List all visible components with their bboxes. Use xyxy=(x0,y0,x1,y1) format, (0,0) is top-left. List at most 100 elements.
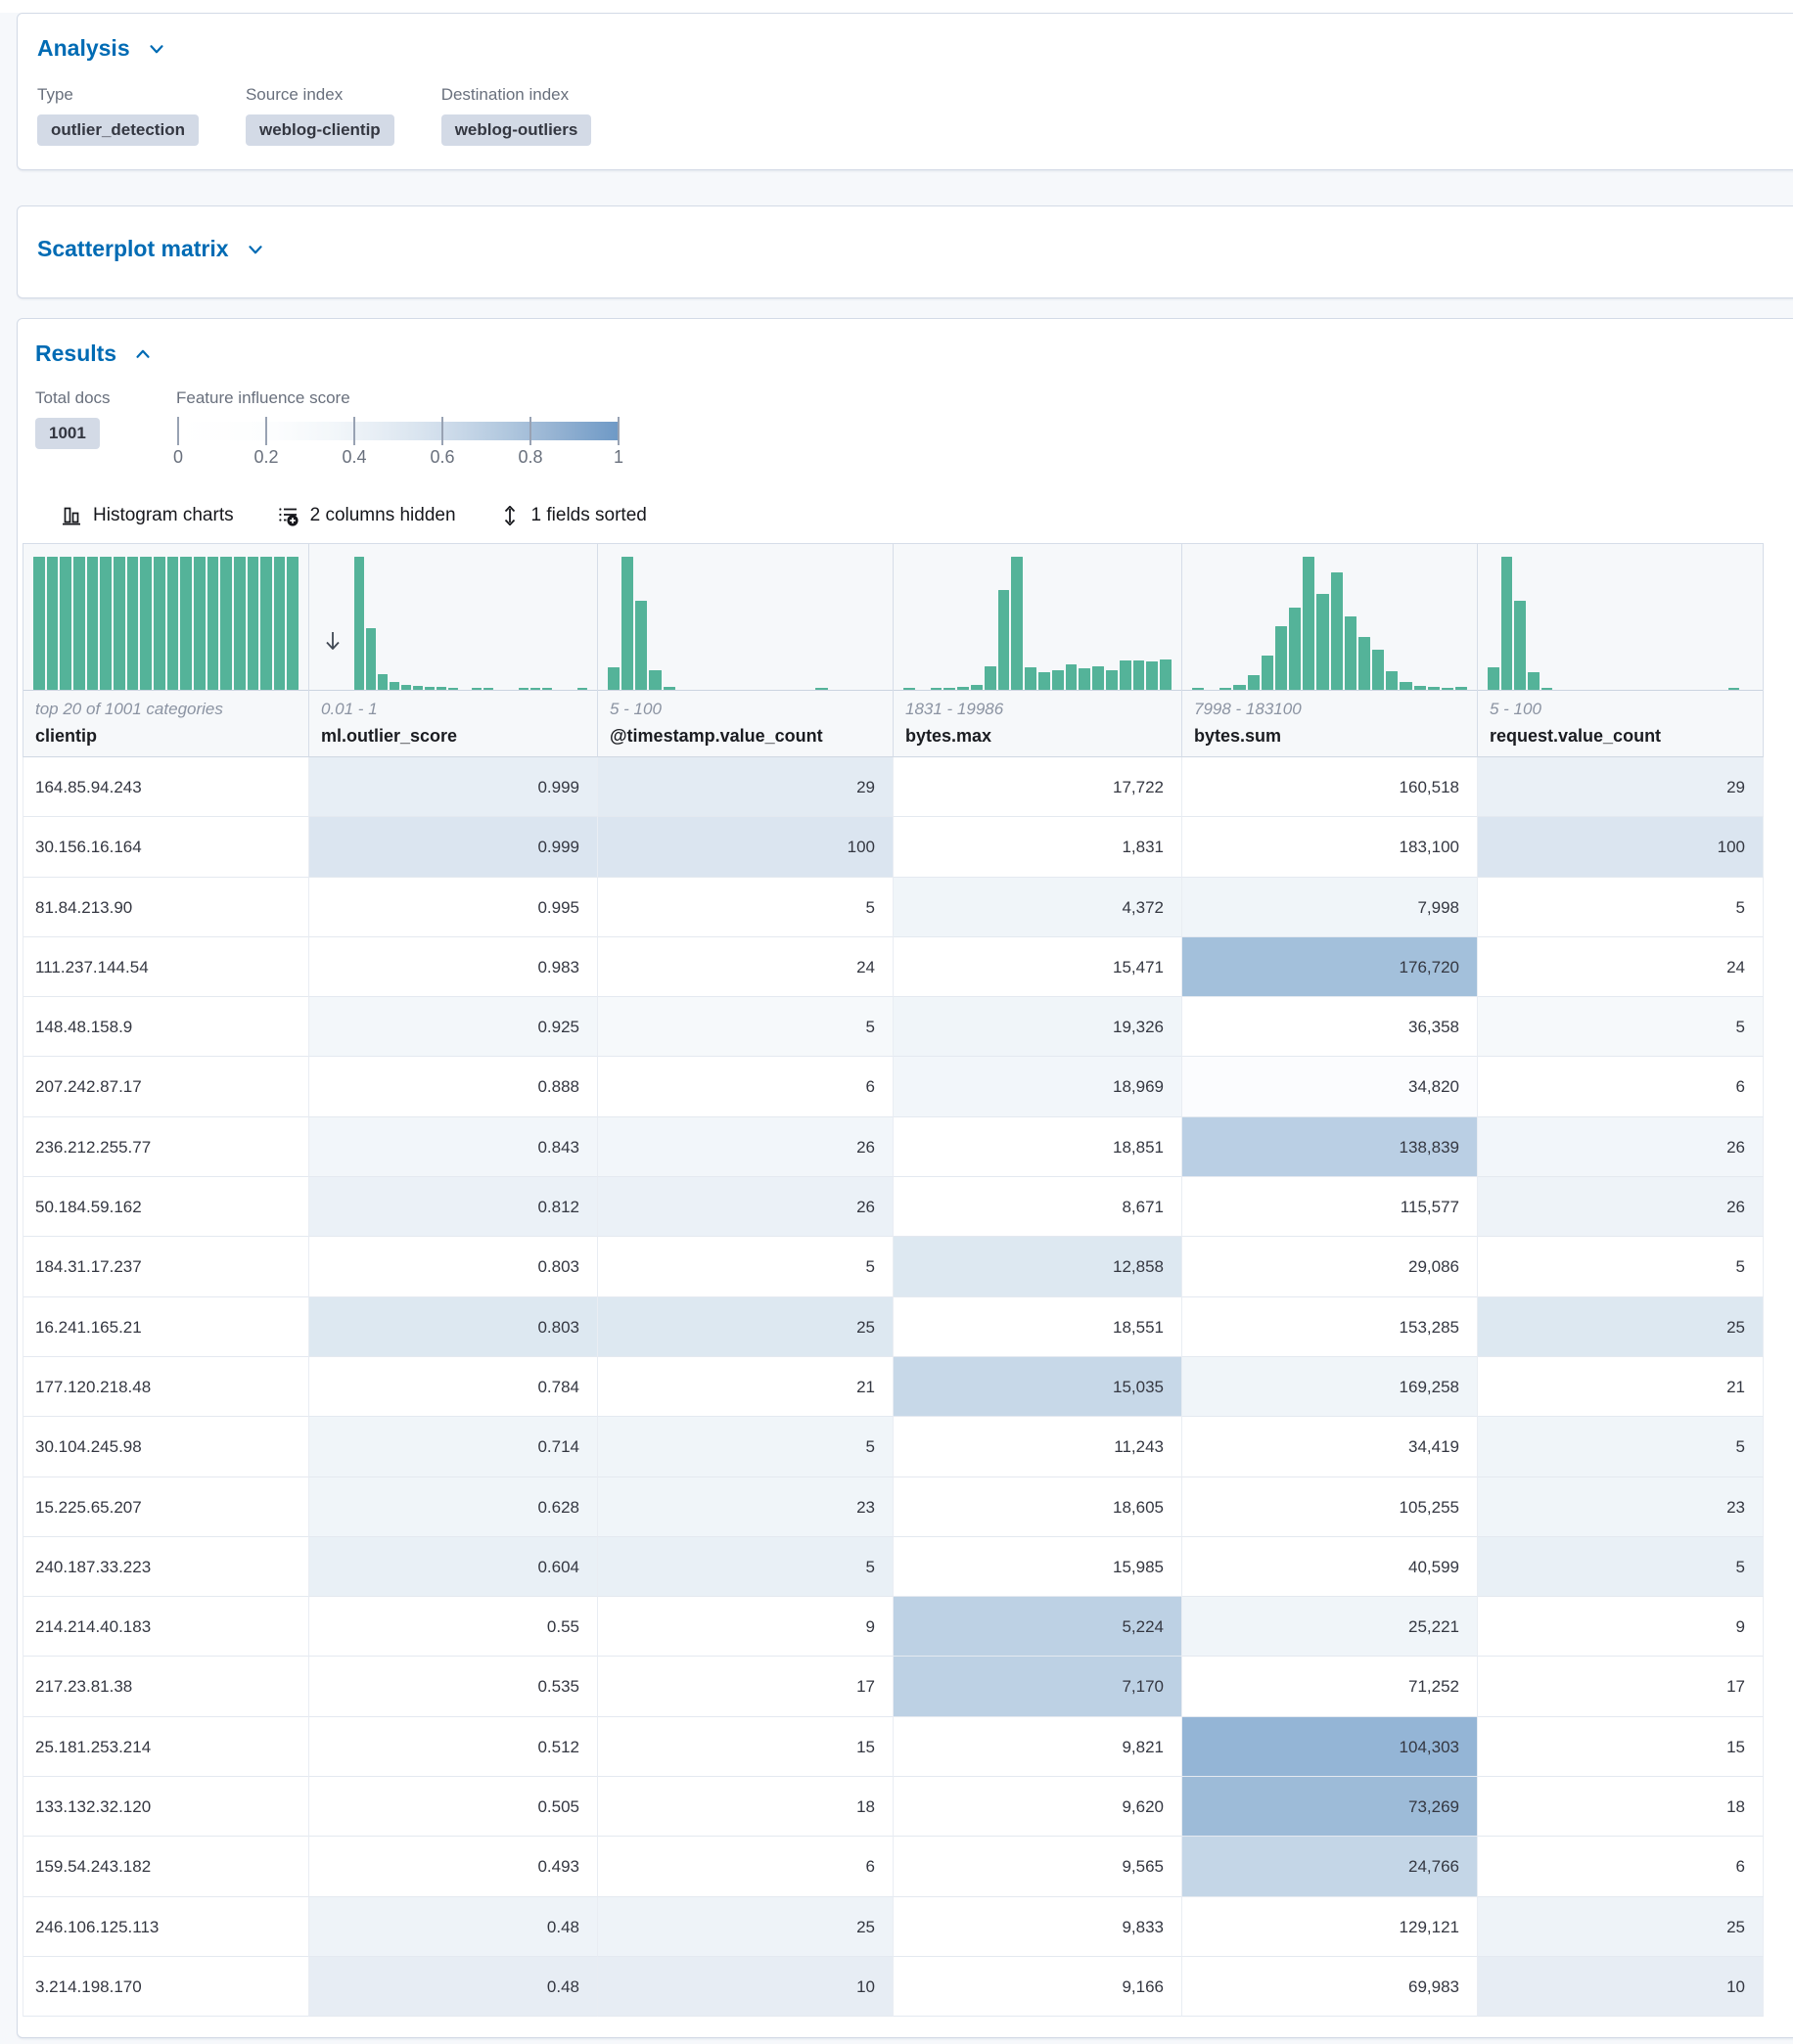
cell-request.value_count[interactable]: 6 xyxy=(1478,1837,1764,1896)
cell-bytes.max[interactable]: 7,170 xyxy=(894,1657,1182,1716)
cell-clientip[interactable]: 16.241.165.21 xyxy=(23,1297,309,1357)
cell-ml.outlier_score[interactable]: 0.512 xyxy=(309,1717,598,1777)
cell-bytes.max[interactable]: 15,985 xyxy=(894,1537,1182,1597)
cell-request.value_count[interactable]: 26 xyxy=(1478,1177,1764,1237)
cell-clientip[interactable]: 81.84.213.90 xyxy=(23,878,309,937)
cell-ml.outlier_score[interactable]: 0.535 xyxy=(309,1657,598,1716)
cell-bytes.sum[interactable]: 176,720 xyxy=(1182,937,1478,997)
cell-@timestamp.value_count[interactable]: 29 xyxy=(598,757,894,817)
histogram-charts-button[interactable]: Histogram charts xyxy=(61,505,234,526)
column-header-bytes.max[interactable]: 1831 - 19986bytes.max xyxy=(894,544,1182,757)
cell-clientip[interactable]: 30.156.16.164 xyxy=(23,817,309,877)
cell-bytes.max[interactable]: 9,166 xyxy=(894,1957,1182,2017)
cell-@timestamp.value_count[interactable]: 6 xyxy=(598,1837,894,1896)
cell-bytes.sum[interactable]: 25,221 xyxy=(1182,1597,1478,1657)
cell-@timestamp.value_count[interactable]: 5 xyxy=(598,1417,894,1476)
cell-bytes.max[interactable]: 12,858 xyxy=(894,1237,1182,1296)
cell-ml.outlier_score[interactable]: 0.55 xyxy=(309,1597,598,1657)
cell-@timestamp.value_count[interactable]: 24 xyxy=(598,937,894,997)
cell-ml.outlier_score[interactable]: 0.784 xyxy=(309,1357,598,1417)
cell-bytes.sum[interactable]: 153,285 xyxy=(1182,1297,1478,1357)
cell-request.value_count[interactable]: 25 xyxy=(1478,1897,1764,1957)
cell-request.value_count[interactable]: 5 xyxy=(1478,1237,1764,1296)
cell-clientip[interactable]: 177.120.218.48 xyxy=(23,1357,309,1417)
cell-bytes.max[interactable]: 15,471 xyxy=(894,937,1182,997)
cell-bytes.max[interactable]: 18,969 xyxy=(894,1057,1182,1116)
cell-ml.outlier_score[interactable]: 0.999 xyxy=(309,757,598,817)
cell-bytes.max[interactable]: 15,035 xyxy=(894,1357,1182,1417)
cell-bytes.sum[interactable]: 129,121 xyxy=(1182,1897,1478,1957)
cell-bytes.sum[interactable]: 138,839 xyxy=(1182,1117,1478,1177)
cell-request.value_count[interactable]: 5 xyxy=(1478,1537,1764,1597)
analysis-accordion-toggle[interactable]: Analysis xyxy=(37,35,167,62)
cell-bytes.max[interactable]: 19,326 xyxy=(894,997,1182,1057)
cell-request.value_count[interactable]: 18 xyxy=(1478,1777,1764,1837)
cell-bytes.max[interactable]: 11,243 xyxy=(894,1417,1182,1476)
cell-clientip[interactable]: 133.132.32.120 xyxy=(23,1777,309,1837)
cell-request.value_count[interactable]: 25 xyxy=(1478,1297,1764,1357)
cell-@timestamp.value_count[interactable]: 10 xyxy=(598,1957,894,2017)
cell-@timestamp.value_count[interactable]: 6 xyxy=(598,1057,894,1116)
results-accordion-toggle[interactable]: Results xyxy=(35,341,154,367)
cell-ml.outlier_score[interactable]: 0.714 xyxy=(309,1417,598,1476)
column-header-clientip[interactable]: top 20 of 1001 categoriesclientip xyxy=(23,544,309,757)
cell-bytes.sum[interactable]: 7,998 xyxy=(1182,878,1478,937)
cell-@timestamp.value_count[interactable]: 23 xyxy=(598,1477,894,1537)
cell-bytes.sum[interactable]: 34,419 xyxy=(1182,1417,1478,1476)
cell-clientip[interactable]: 217.23.81.38 xyxy=(23,1657,309,1716)
cell-bytes.max[interactable]: 18,551 xyxy=(894,1297,1182,1357)
cell-clientip[interactable]: 25.181.253.214 xyxy=(23,1717,309,1777)
scatterplot-accordion-toggle[interactable]: Scatterplot matrix xyxy=(37,236,266,262)
cell-bytes.max[interactable]: 9,620 xyxy=(894,1777,1182,1837)
cell-bytes.max[interactable]: 9,833 xyxy=(894,1897,1182,1957)
cell-ml.outlier_score[interactable]: 0.983 xyxy=(309,937,598,997)
cell-ml.outlier_score[interactable]: 0.843 xyxy=(309,1117,598,1177)
fields-sorted-button[interactable]: 1 fields sorted xyxy=(499,504,647,527)
cell-request.value_count[interactable]: 9 xyxy=(1478,1597,1764,1657)
cell-@timestamp.value_count[interactable]: 25 xyxy=(598,1897,894,1957)
cell-clientip[interactable]: 246.106.125.113 xyxy=(23,1897,309,1957)
cell-bytes.sum[interactable]: 40,599 xyxy=(1182,1537,1478,1597)
cell-bytes.max[interactable]: 1,831 xyxy=(894,817,1182,877)
cell-@timestamp.value_count[interactable]: 5 xyxy=(598,878,894,937)
cell-bytes.sum[interactable]: 34,820 xyxy=(1182,1057,1478,1116)
cell-bytes.max[interactable]: 9,821 xyxy=(894,1717,1182,1777)
cell-clientip[interactable]: 148.48.158.9 xyxy=(23,997,309,1057)
cell-ml.outlier_score[interactable]: 0.48 xyxy=(309,1897,598,1957)
cell-clientip[interactable]: 184.31.17.237 xyxy=(23,1237,309,1296)
cell-@timestamp.value_count[interactable]: 15 xyxy=(598,1717,894,1777)
cell-ml.outlier_score[interactable]: 0.925 xyxy=(309,997,598,1057)
cell-clientip[interactable]: 50.184.59.162 xyxy=(23,1177,309,1237)
cell-request.value_count[interactable]: 29 xyxy=(1478,757,1764,817)
columns-hidden-button[interactable]: 2 columns hidden xyxy=(277,505,456,527)
cell-bytes.sum[interactable]: 160,518 xyxy=(1182,757,1478,817)
cell-clientip[interactable]: 236.212.255.77 xyxy=(23,1117,309,1177)
cell-ml.outlier_score[interactable]: 0.888 xyxy=(309,1057,598,1116)
cell-ml.outlier_score[interactable]: 0.604 xyxy=(309,1537,598,1597)
cell-@timestamp.value_count[interactable]: 100 xyxy=(598,817,894,877)
cell-clientip[interactable]: 111.237.144.54 xyxy=(23,937,309,997)
column-header-bytes.sum[interactable]: 7998 - 183100bytes.sum xyxy=(1182,544,1478,757)
cell-request.value_count[interactable]: 100 xyxy=(1478,817,1764,877)
cell-bytes.sum[interactable]: 69,983 xyxy=(1182,1957,1478,2017)
cell-clientip[interactable]: 164.85.94.243 xyxy=(23,757,309,817)
cell-ml.outlier_score[interactable]: 0.505 xyxy=(309,1777,598,1837)
cell-bytes.sum[interactable]: 169,258 xyxy=(1182,1357,1478,1417)
cell-request.value_count[interactable]: 26 xyxy=(1478,1117,1764,1177)
cell-request.value_count[interactable]: 21 xyxy=(1478,1357,1764,1417)
cell-bytes.sum[interactable]: 71,252 xyxy=(1182,1657,1478,1716)
cell-request.value_count[interactable]: 5 xyxy=(1478,1417,1764,1476)
cell-@timestamp.value_count[interactable]: 25 xyxy=(598,1297,894,1357)
cell-request.value_count[interactable]: 6 xyxy=(1478,1057,1764,1116)
cell-bytes.max[interactable]: 9,565 xyxy=(894,1837,1182,1896)
cell-@timestamp.value_count[interactable]: 26 xyxy=(598,1117,894,1177)
cell-bytes.max[interactable]: 17,722 xyxy=(894,757,1182,817)
cell-bytes.sum[interactable]: 24,766 xyxy=(1182,1837,1478,1896)
cell-ml.outlier_score[interactable]: 0.812 xyxy=(309,1177,598,1237)
cell-bytes.sum[interactable]: 36,358 xyxy=(1182,997,1478,1057)
cell-@timestamp.value_count[interactable]: 18 xyxy=(598,1777,894,1837)
cell-bytes.sum[interactable]: 105,255 xyxy=(1182,1477,1478,1537)
cell-bytes.sum[interactable]: 29,086 xyxy=(1182,1237,1478,1296)
cell-ml.outlier_score[interactable]: 0.803 xyxy=(309,1297,598,1357)
cell-ml.outlier_score[interactable]: 0.628 xyxy=(309,1477,598,1537)
